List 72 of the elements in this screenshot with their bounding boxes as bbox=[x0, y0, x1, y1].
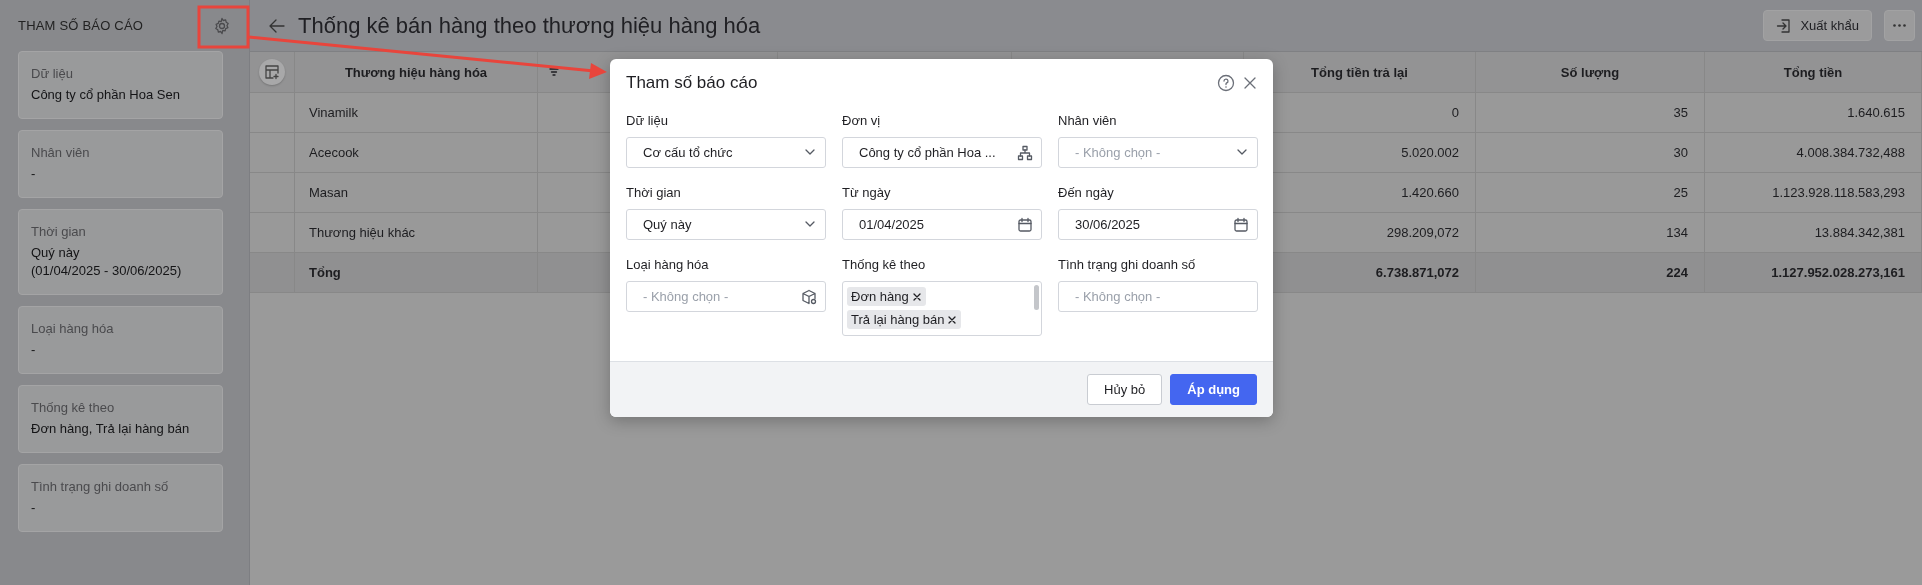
parameter-label: Tình trạng ghi doanh số bbox=[31, 479, 170, 494]
input-field[interactable]: - Không chọn - bbox=[1058, 281, 1258, 312]
table-cell: Vinamilk bbox=[295, 93, 538, 133]
dropdown-field[interactable]: Quý này bbox=[626, 209, 826, 240]
scrollbar-thumb[interactable] bbox=[1034, 285, 1039, 310]
date-field[interactable]: 30/06/2025 bbox=[1058, 209, 1258, 240]
parameter-value: - bbox=[31, 341, 37, 359]
page-title: Thống kê bán hàng theo thương hiệu hàng hóa bbox=[298, 12, 762, 39]
table-cell: 1.640.615 bbox=[1705, 93, 1922, 133]
table-plus-icon bbox=[264, 64, 280, 80]
help-icon[interactable] bbox=[1217, 74, 1235, 92]
field-label: Đơn vị bbox=[842, 113, 882, 129]
table-cell: 13.884.342,381 bbox=[1705, 213, 1922, 253]
parameter-label: Loại hàng hóa bbox=[31, 321, 115, 336]
parameter-value: Đơn hàng, Trả lại hàng bán bbox=[31, 420, 191, 438]
apply-button[interactable]: Áp dụng bbox=[1170, 374, 1257, 405]
remove-icon[interactable] bbox=[947, 314, 958, 325]
close-icon[interactable] bbox=[1243, 76, 1257, 90]
parameter-value: - bbox=[31, 165, 37, 183]
field-label: Từ ngày bbox=[842, 185, 892, 201]
multi-select-field[interactable]: Đơn hàng Trả lại hàng bán bbox=[842, 281, 1042, 336]
export-button[interactable]: Xuất khẩu bbox=[1763, 10, 1872, 41]
field-label: Tình trạng ghi doanh số bbox=[1058, 257, 1197, 273]
table-cell: Acecook bbox=[295, 133, 538, 173]
field-label: Thời gian bbox=[626, 185, 682, 201]
calendar-icon bbox=[1233, 217, 1249, 233]
table-cell: 4.008.384.732,488 bbox=[1705, 133, 1922, 173]
calendar-icon bbox=[1017, 217, 1033, 233]
filter-icon[interactable] bbox=[548, 66, 560, 78]
settings-icon[interactable] bbox=[213, 16, 231, 35]
selected-tag: Đơn hàng bbox=[847, 287, 926, 306]
parameter-value: Công ty cổ phần Hoa Sen bbox=[31, 86, 181, 104]
table-cell: Masan bbox=[295, 173, 538, 213]
highlight-frame bbox=[197, 5, 250, 49]
column-header: Số lượng bbox=[1476, 52, 1705, 93]
column-header: Thương hiệu hàng hóa bbox=[295, 52, 538, 93]
table-cell: 1.127.952.028.273,161 bbox=[1705, 253, 1922, 293]
dialog-title: Tham số báo cáo bbox=[626, 73, 759, 93]
more-dots-icon bbox=[1893, 24, 1906, 27]
field-label: Thống kê theo bbox=[842, 257, 927, 273]
dropdown-field[interactable]: Cơ cấu tổ chức bbox=[626, 137, 826, 168]
dropdown-field[interactable]: - Không chọn - bbox=[1058, 137, 1258, 168]
category-picker-field[interactable]: - Không chọn - bbox=[626, 281, 826, 312]
table-cell: 134 bbox=[1476, 213, 1705, 253]
parameter-label: Thời gian bbox=[31, 224, 87, 239]
remove-icon[interactable] bbox=[911, 291, 922, 302]
cancel-button[interactable]: Hủy bỏ bbox=[1087, 374, 1163, 405]
field-label: Đến ngày bbox=[1058, 185, 1115, 201]
field-label: Loại hàng hóa bbox=[626, 257, 710, 273]
field-label: Nhân viên bbox=[1058, 113, 1118, 129]
parameter-value: - bbox=[31, 499, 37, 517]
parameter-value: Quý này (01/04/2025 - 30/06/2025) bbox=[31, 244, 183, 280]
table-cell: 224 bbox=[1476, 253, 1705, 293]
table-cell: 35 bbox=[1476, 93, 1705, 133]
table-cell: 25 bbox=[1476, 173, 1705, 213]
total-label: Tổng bbox=[295, 253, 538, 293]
table-cell: Thương hiệu khác bbox=[295, 213, 538, 253]
sidebar-title: THAM SỐ BÁO CÁO bbox=[18, 18, 144, 33]
add-column-button[interactable] bbox=[259, 59, 285, 85]
parameter-label: Dữ liệu bbox=[31, 66, 74, 81]
parameter-label: Thống kê theo bbox=[31, 400, 116, 415]
table-cell: 1.123.928.118.583,293 bbox=[1705, 173, 1922, 213]
date-field[interactable]: 01/04/2025 bbox=[842, 209, 1042, 240]
table-cell: 30 bbox=[1476, 133, 1705, 173]
sign-in-icon bbox=[1776, 17, 1793, 34]
field-label: Dữ liệu bbox=[626, 113, 669, 129]
selected-tag: Trả lại hàng bán bbox=[847, 310, 962, 329]
parameter-label: Nhân viên bbox=[31, 145, 91, 160]
hierarchy-icon bbox=[1017, 145, 1033, 161]
column-header: Tổng tiền bbox=[1705, 52, 1922, 93]
unit-picker-field[interactable]: Công ty cổ phần Hoa ... bbox=[842, 137, 1042, 168]
cube-icon bbox=[801, 289, 817, 305]
